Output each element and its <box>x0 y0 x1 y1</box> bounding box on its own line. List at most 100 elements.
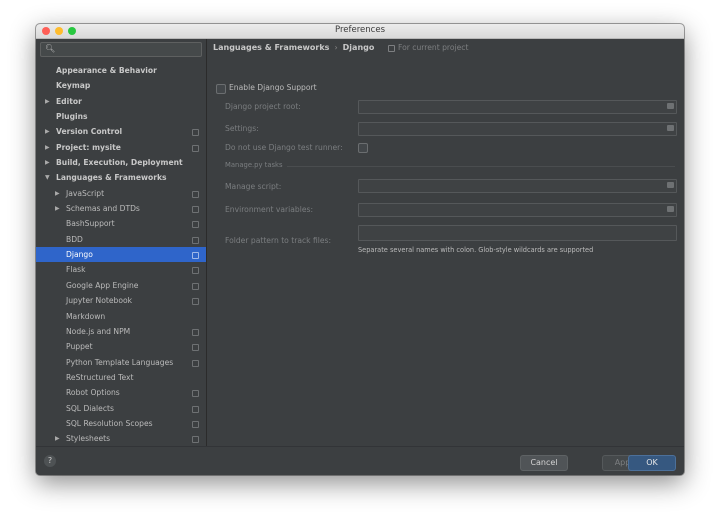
sidebar-item-label: Markdown <box>66 311 106 321</box>
sidebar-item-editor[interactable]: ▶ Editor <box>36 94 206 109</box>
breadcrumb-separator: › <box>334 43 338 52</box>
folder-pattern-field[interactable] <box>358 225 677 241</box>
project-scope-icon <box>192 282 199 290</box>
folder-pattern-label: Folder pattern to track files: <box>225 236 332 245</box>
sidebar-item-label: Editor <box>56 96 82 106</box>
sidebar-item-label: Google App Engine <box>66 280 139 290</box>
project-scope-icon <box>192 359 199 367</box>
folder-icon[interactable] <box>667 206 674 212</box>
sidebar-item-label: Build, Execution, Deployment <box>56 158 183 168</box>
sidebar-item-label: Jupyter Notebook <box>66 296 133 306</box>
chevron-right-icon[interactable]: ▶ <box>45 155 50 170</box>
chevron-right-icon[interactable]: ▶ <box>55 201 60 216</box>
enable-django-checkbox[interactable] <box>216 84 226 94</box>
search-icon: 🔍︎ <box>45 44 56 53</box>
sidebar-item-label: Flask <box>66 265 86 275</box>
no-test-runner-checkbox[interactable] <box>358 143 368 153</box>
sidebar-item-stylesheets[interactable]: ▶ Stylesheets <box>36 431 206 446</box>
breadcrumb-parent[interactable]: Languages & Frameworks <box>213 43 329 52</box>
sidebar-item-django[interactable]: Django <box>36 247 206 263</box>
manage-tasks-group-label: Manage.py tasks <box>225 161 283 169</box>
project-root-field[interactable] <box>358 100 677 114</box>
sidebar-item-puppet[interactable]: Puppet <box>36 339 206 354</box>
sidebar-item-label: BDD <box>66 234 83 244</box>
sidebar-item-project-mysite[interactable]: ▶ Project: mysite <box>36 140 206 155</box>
folder-icon[interactable] <box>667 182 674 188</box>
project-root-label: Django project root: <box>225 102 301 111</box>
group-divider <box>287 166 675 167</box>
project-scope-icon <box>192 129 199 137</box>
sidebar-item-javascript[interactable]: ▶ JavaScript <box>36 186 206 201</box>
sidebar-item-label: ReStructured Text <box>66 372 134 382</box>
project-scope-icon <box>192 436 199 444</box>
preferences-window: Preferences 🔍︎ Appearance & Behavior Keym… <box>36 24 684 475</box>
enable-django-label[interactable]: Enable Django Support <box>229 83 317 92</box>
folder-icon[interactable] <box>667 125 674 131</box>
sidebar-item-flask[interactable]: Flask <box>36 262 206 277</box>
sidebar-item-label: SQL Dialects <box>66 403 114 413</box>
settings-label: Settings: <box>225 124 259 133</box>
sidebar-item-jupyter-notebook[interactable]: Jupyter Notebook <box>36 293 206 308</box>
sidebar-item-build-execution-deployment[interactable]: ▶ Build, Execution, Deployment <box>36 155 206 170</box>
sidebar-item-node-js-and-npm[interactable]: Node.js and NPM <box>36 324 206 339</box>
ok-button[interactable]: OK <box>628 455 676 471</box>
sidebar-item-python-template-languages[interactable]: Python Template Languages <box>36 355 206 370</box>
sidebar-item-label: Version Control <box>56 127 123 137</box>
project-scope-icon <box>192 206 199 214</box>
chevron-right-icon[interactable]: ▶ <box>55 431 60 446</box>
sidebar-item-label: Languages & Frameworks <box>56 173 167 183</box>
sidebar-item-sql-dialects[interactable]: SQL Dialects <box>36 401 206 416</box>
project-scope-icon <box>192 267 199 275</box>
no-test-runner-label: Do not use Django test runner: <box>225 143 343 152</box>
scope-label: For current project <box>398 43 469 52</box>
sidebar-item-bashsupport[interactable]: BashSupport <box>36 216 206 231</box>
manage-script-field[interactable] <box>358 179 677 193</box>
env-vars-field[interactable] <box>358 203 677 217</box>
settings-sidebar: 🔍︎ Appearance & Behavior Keymap ▶ Editor Plu… <box>36 39 207 446</box>
help-button[interactable]: ? <box>44 455 56 467</box>
sidebar-item-version-control[interactable]: ▶ Version Control <box>36 124 206 139</box>
window-title: Preferences <box>335 25 385 35</box>
project-scope-icon <box>192 144 199 152</box>
sidebar-item-restructured-text[interactable]: ReStructured Text <box>36 370 206 385</box>
settings-field[interactable] <box>358 122 677 136</box>
sidebar-item-label: Appearance & Behavior <box>56 66 157 75</box>
sidebar-item-label: Robot Options <box>66 388 120 398</box>
sidebar-item-markdown[interactable]: Markdown <box>36 309 206 324</box>
chevron-right-icon[interactable]: ▶ <box>45 140 50 155</box>
manage-script-label: Manage script: <box>225 182 282 191</box>
sidebar-item-google-app-engine[interactable]: Google App Engine <box>36 278 206 293</box>
project-scope-icon <box>192 390 199 398</box>
breadcrumb-current: Django <box>342 43 375 52</box>
project-scope-icon <box>192 328 199 336</box>
sidebar-item-robot-options[interactable]: Robot Options <box>36 385 206 400</box>
cancel-button[interactable]: Cancel <box>520 455 568 471</box>
chevron-right-icon[interactable]: ▶ <box>45 124 50 139</box>
project-scope-icon <box>192 236 199 244</box>
title-bar: Preferences <box>36 24 684 39</box>
sidebar-item-label: Puppet <box>66 342 93 352</box>
chevron-right-icon[interactable]: ▶ <box>45 94 50 109</box>
project-scope-icon <box>192 190 199 198</box>
sidebar-item-label: Plugins <box>56 112 88 122</box>
project-scope-icon <box>192 344 199 352</box>
sidebar-item-languages-frameworks[interactable]: ▼ Languages & Frameworks <box>36 170 206 185</box>
project-scope-icon <box>192 298 199 306</box>
chevron-down-icon[interactable]: ▼ <box>45 170 50 185</box>
sidebar-item-label: Node.js and NPM <box>66 326 131 336</box>
sidebar-item-label: Keymap <box>56 81 91 91</box>
project-scope-icon <box>192 221 199 229</box>
sidebar-item-label: Project: mysite <box>56 142 121 152</box>
sidebar-item-sql-resolution-scopes[interactable]: SQL Resolution Scopes <box>36 416 206 431</box>
sidebar-item-schemas-and-dtds[interactable]: ▶ Schemas and DTDs <box>36 201 206 216</box>
search-input[interactable]: 🔍︎ <box>40 42 202 57</box>
folder-icon[interactable] <box>667 103 674 109</box>
chevron-right-icon[interactable]: ▶ <box>55 186 60 201</box>
sidebar-item-label: Python Template Languages <box>66 357 174 367</box>
sidebar-item-plugins[interactable]: Plugins <box>36 109 206 124</box>
sidebar-item-bdd[interactable]: BDD <box>36 232 206 247</box>
sidebar-item-keymap[interactable]: Keymap <box>36 78 206 93</box>
breadcrumb: Languages & Frameworks › Django <box>213 43 374 52</box>
django-settings-panel: Languages & Frameworks › Django For curren… <box>207 39 684 446</box>
sidebar-item-appearance-behavior[interactable]: Appearance & Behavior <box>36 63 206 78</box>
